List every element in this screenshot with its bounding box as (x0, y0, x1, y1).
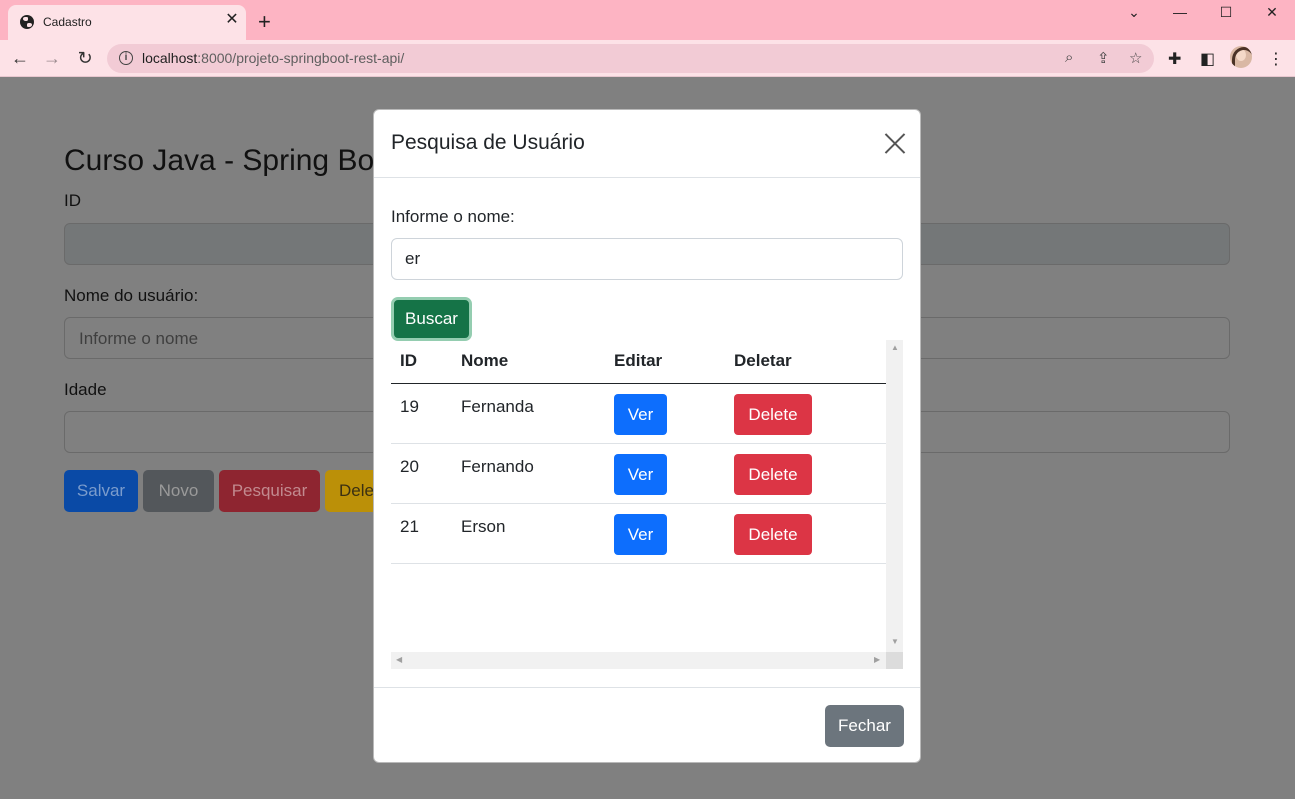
zoom-icon[interactable]: ⌕ (1065, 49, 1073, 66)
scroll-up-icon[interactable]: ▲ (891, 343, 899, 352)
side-panel-icon[interactable]: ◧ (1200, 49, 1215, 69)
column-header-nome: Nome (461, 351, 509, 370)
nome-placeholder: Informe o nome (79, 329, 199, 348)
novo-button[interactable]: Novo (143, 470, 214, 512)
ver-button[interactable]: Ver (614, 514, 667, 555)
nome-label: Nome do usuário: (64, 286, 199, 305)
address-bar[interactable]: i localhost:8000/projeto-springboot-rest… (107, 44, 1154, 73)
close-icon[interactable] (883, 131, 907, 155)
scroll-down-icon[interactable]: ▼ (891, 637, 899, 646)
tab-title: Cadastro (43, 15, 92, 29)
globe-icon (20, 15, 34, 29)
cell-id: 20 (400, 457, 419, 476)
horizontal-scrollbar[interactable]: ◀ ▶ (391, 652, 886, 669)
browser-tab-bar: Cadastro ✕ + ⌄ — ☐ ✕ (0, 0, 1295, 40)
ver-button[interactable]: Ver (614, 394, 667, 435)
pesquisar-button[interactable]: Pesquisar (219, 470, 320, 512)
modal-title: Pesquisa de Usuário (391, 131, 585, 154)
profile-avatar[interactable] (1230, 46, 1252, 68)
cell-nome: Erson (461, 517, 506, 536)
tab-close-icon[interactable]: ✕ (224, 12, 240, 28)
bookmark-star-icon[interactable]: ☆ (1129, 49, 1142, 67)
cell-nome: Fernando (461, 457, 534, 476)
delete-button[interactable]: Delete (734, 394, 812, 435)
tab-search-icon[interactable]: ⌄ (1124, 4, 1144, 21)
reload-icon[interactable]: ↻ (73, 46, 97, 70)
fechar-button[interactable]: Fechar (825, 705, 904, 747)
results-table: ID Nome Editar Deletar 19 Fernanda Ver D… (391, 340, 903, 670)
idade-label: Idade (64, 380, 107, 399)
modal-footer: Fechar (374, 687, 920, 762)
menu-kebab-icon[interactable]: ⋮ (1268, 49, 1284, 69)
window-close-icon[interactable]: ✕ (1262, 4, 1282, 21)
column-header-deletar: Deletar (734, 351, 792, 370)
minimize-icon[interactable]: — (1170, 4, 1190, 20)
page-title: Curso Java - Spring Bo (64, 144, 375, 177)
search-input[interactable] (391, 238, 903, 280)
modal-header: Pesquisa de Usuário (374, 110, 920, 178)
url-text: localhost:8000/projeto-springboot-rest-a… (142, 50, 405, 66)
scrollbar-corner (886, 652, 903, 669)
extensions-icon[interactable]: ✚ (1168, 49, 1181, 69)
search-label: Informe o nome: (391, 207, 515, 226)
delete-button[interactable]: Delete (734, 514, 812, 555)
browser-toolbar: ← → ↻ i localhost:8000/projeto-springboo… (0, 40, 1295, 77)
table-row: 21 Erson Ver Delete (391, 504, 886, 564)
ver-button[interactable]: Ver (614, 454, 667, 495)
delete-button[interactable]: Delete (734, 454, 812, 495)
site-info-icon[interactable]: i (119, 51, 133, 65)
vertical-scrollbar[interactable]: ▲ ▼ (886, 340, 903, 652)
table-row: 20 Fernando Ver Delete (391, 444, 886, 504)
cell-id: 19 (400, 397, 419, 416)
column-header-id: ID (400, 351, 417, 370)
scroll-right-icon[interactable]: ▶ (874, 655, 880, 664)
cell-nome: Fernanda (461, 397, 534, 416)
forward-arrow-icon[interactable]: → (40, 46, 64, 70)
table-row: 19 Fernanda Ver Delete (391, 384, 886, 444)
scroll-left-icon[interactable]: ◀ (396, 655, 402, 664)
search-user-modal: Pesquisa de Usuário Informe o nome: Busc… (373, 109, 921, 763)
column-header-editar: Editar (614, 351, 663, 370)
new-tab-icon[interactable]: + (258, 11, 271, 33)
id-label: ID (64, 191, 81, 210)
back-arrow-icon[interactable]: ← (8, 46, 32, 70)
browser-tab[interactable]: Cadastro ✕ (8, 5, 246, 40)
maximize-icon[interactable]: ☐ (1216, 4, 1236, 21)
table-header: ID Nome Editar Deletar (391, 340, 886, 384)
cell-id: 21 (400, 517, 419, 536)
share-icon[interactable]: ⇪ (1097, 49, 1110, 67)
buscar-button[interactable]: Buscar (391, 297, 472, 341)
salvar-button[interactable]: Salvar (64, 470, 138, 512)
